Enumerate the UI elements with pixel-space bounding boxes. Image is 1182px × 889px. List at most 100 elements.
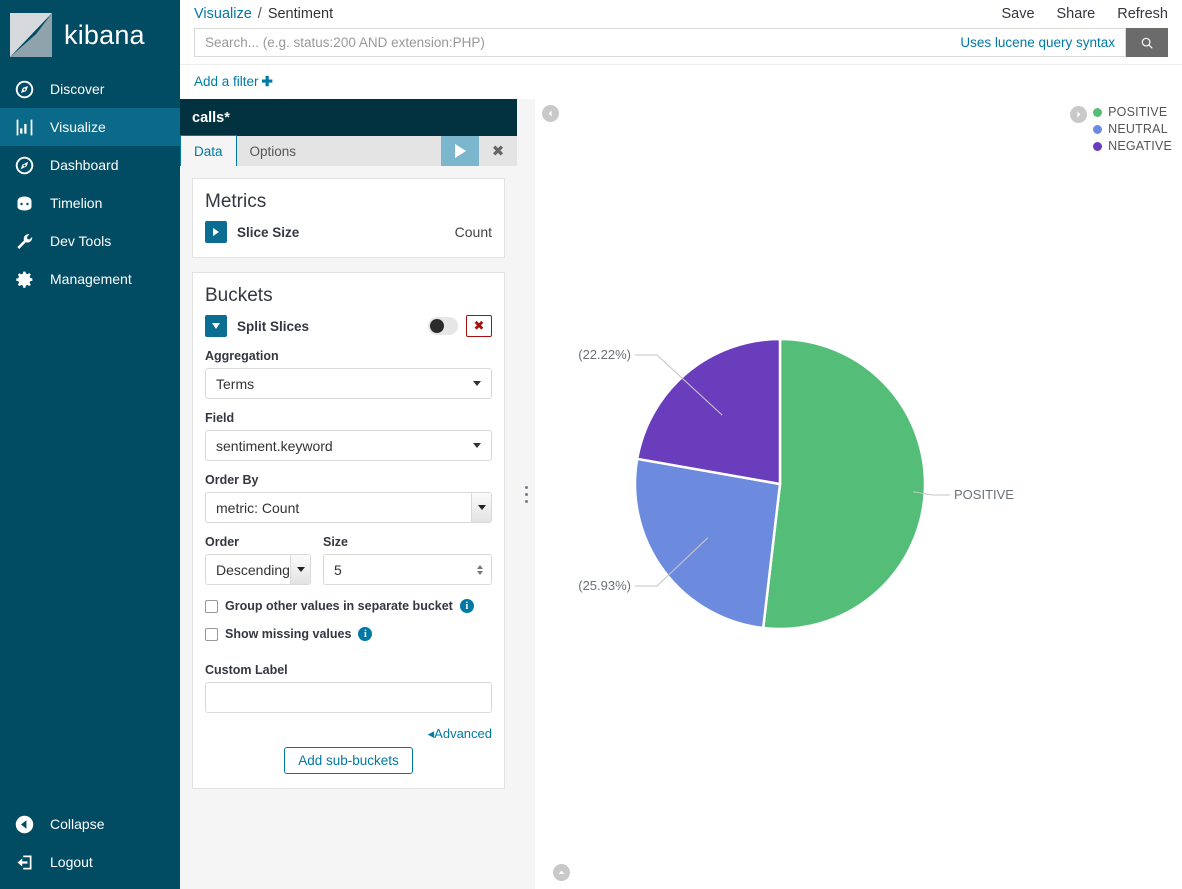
main-area: Visualize / Sentiment Save Share Refresh… [180,0,1182,889]
pie-slice[interactable] [635,459,780,628]
pie-chart-svg[interactable]: POSITIVE(25.93%)(22.22%) [535,99,1182,879]
bucket-enable-toggle[interactable] [428,317,458,335]
select-dropdown-button[interactable] [290,555,310,584]
chevron-down-icon [212,323,220,329]
show-missing-row[interactable]: Show missing values i [205,627,492,641]
aggregation-value: Terms [216,376,254,392]
sidebar-item-label: Dev Tools [50,233,111,249]
wrench-icon [12,229,36,253]
search-submit-button[interactable] [1126,28,1168,57]
add-sub-buckets-row: Add sub-buckets [205,747,492,774]
search-input[interactable] [205,35,960,50]
field-select[interactable]: sentiment.keyword [205,430,492,461]
sidebar-item-management[interactable]: Management [0,260,180,298]
aggregation-select[interactable]: Terms [205,368,492,399]
bucket-row-actions: ✖ [428,315,492,337]
info-icon[interactable]: i [460,599,474,613]
add-filter-button[interactable]: Add a filter✚ [194,74,273,90]
sidebar-item-dashboard[interactable]: Dashboard [0,146,180,184]
logout-icon [12,850,36,874]
order-label: Order [205,535,311,549]
aggregation-field: Aggregation Terms [205,349,492,399]
toggle-knob [430,319,444,333]
sidebar-item-collapse[interactable]: Collapse [0,805,180,843]
metric-value: Count [455,224,492,240]
pie-slice-label: POSITIVE [954,487,1014,502]
search-icon [1140,36,1154,50]
pie-slice-label: (22.22%) [578,347,631,362]
sidebar-item-label: Discover [50,81,104,97]
group-other-label: Group other values in separate bucket [225,599,453,613]
custom-label-field: Custom Label [205,663,492,713]
tab-options[interactable]: Options [237,136,310,166]
metrics-title: Metrics [205,191,492,213]
sidebar-item-visualize[interactable]: Visualize [0,108,180,146]
sidebar-item-timelion[interactable]: Timelion [0,184,180,222]
select-dropdown-button[interactable] [471,493,491,522]
expand-metric-button[interactable] [205,221,227,243]
editor-tabs: Data Options ✖ [180,136,517,166]
sidebar-item-dev-tools[interactable]: Dev Tools [0,222,180,260]
size-input[interactable]: 5 [323,554,492,585]
field-label: Field [205,411,492,425]
metric-row-slice-size[interactable]: Slice Size Count [205,221,492,243]
discard-changes-button[interactable]: ✖ [479,136,517,166]
top-actions: Save Share Refresh [1001,6,1168,22]
order-select[interactable]: Descending [205,554,311,585]
advanced-toggle[interactable]: ◂Advanced [428,726,492,741]
bucket-row-split-slices[interactable]: Split Slices ✖ [205,315,492,337]
collapse-bucket-button[interactable] [205,315,227,337]
sidebar-item-logout[interactable]: Logout [0,843,180,881]
breadcrumb-current: Sentiment [268,6,333,22]
search-row: Uses lucene query syntax [194,28,1168,57]
tab-actions: ✖ [441,136,517,166]
size-label: Size [323,535,492,549]
chevron-right-icon [213,228,219,236]
sidebar-item-label: Dashboard [50,157,119,173]
order-by-label: Order By [205,473,492,487]
sidebar-item-label: Logout [50,854,93,870]
play-icon [455,144,466,158]
custom-label-input[interactable] [205,682,492,713]
stepper-up-icon [477,565,483,569]
pie-slice[interactable] [763,339,925,629]
group-other-row[interactable]: Group other values in separate bucket i [205,599,492,613]
stepper-down-icon [477,571,483,575]
show-missing-checkbox[interactable] [205,628,218,641]
add-sub-buckets-button[interactable]: Add sub-buckets [284,747,413,774]
order-by-value: metric: Count [216,500,299,516]
bucket-name: Split Slices [237,319,309,334]
tab-data[interactable]: Data [180,135,237,166]
pie-chart: POSITIVE(25.93%)(22.22%) [535,99,1182,889]
filter-bar: Add a filter✚ [180,64,1182,99]
close-icon: ✖ [492,142,505,160]
field-field: Field sentiment.keyword [205,411,492,461]
breadcrumb: Visualize / Sentiment Save Share Refresh [194,0,1168,28]
number-stepper[interactable] [477,565,483,575]
info-icon[interactable]: i [358,627,372,641]
order-by-select[interactable]: metric: Count [205,492,492,523]
pie-slice[interactable] [637,339,780,484]
search-box[interactable]: Uses lucene query syntax [194,28,1126,57]
advanced-label: Advanced [434,726,492,741]
remove-bucket-button[interactable]: ✖ [466,315,492,337]
timelion-icon [12,191,36,215]
refresh-button[interactable]: Refresh [1117,6,1168,22]
sidebar-item-discover[interactable]: Discover [0,70,180,108]
sidebar-item-label: Collapse [50,816,104,832]
metric-name: Slice Size [237,225,299,240]
buckets-card: Buckets Split Slices ✖ Aggregation [192,272,505,789]
breadcrumb-visualize[interactable]: Visualize [194,6,252,22]
share-button[interactable]: Share [1057,6,1096,22]
add-filter-label: Add a filter [194,74,259,89]
lucene-syntax-link[interactable]: Uses lucene query syntax [960,35,1115,50]
apply-changes-button[interactable] [441,136,479,166]
group-other-checkbox[interactable] [205,600,218,613]
advanced-row: ◂Advanced [205,725,492,743]
size-field: Size 5 [323,535,492,585]
save-button[interactable]: Save [1001,6,1034,22]
sidebar: kibana Discover Visualize Dashboard Time [0,0,180,889]
panel-resize-handle[interactable] [517,99,535,889]
kibana-logo: kibana [0,0,180,70]
index-pattern-title: calls* [180,99,517,136]
